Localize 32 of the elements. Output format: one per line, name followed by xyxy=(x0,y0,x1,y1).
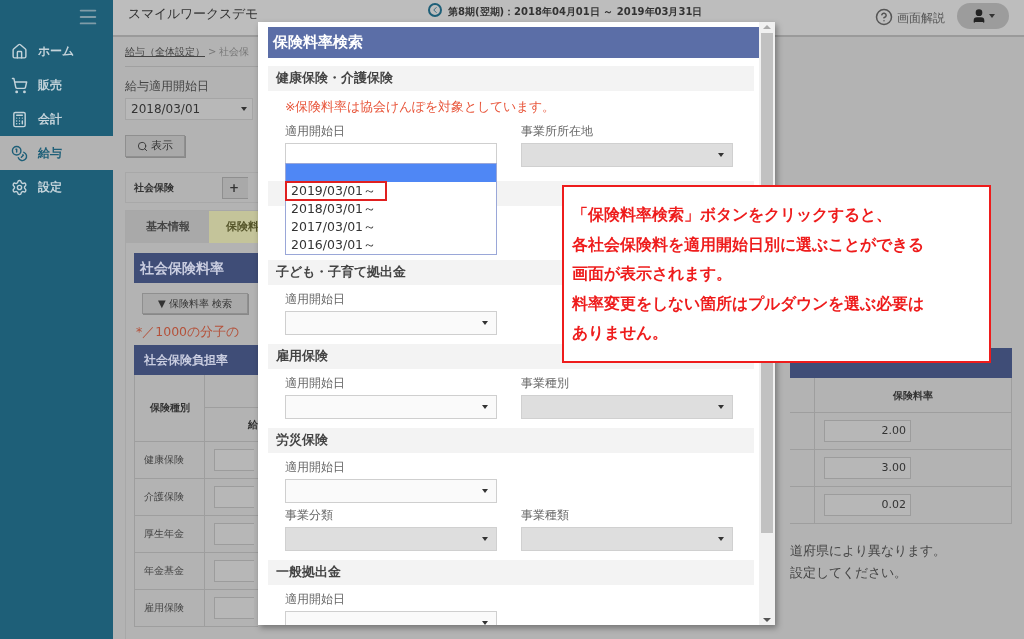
table-title-bar: 社会保険負担率 xyxy=(134,344,258,375)
field-label: 事業所所在地 xyxy=(521,122,594,140)
table-header-cell: 保険種別 xyxy=(135,374,205,442)
field-label: 事業種別 xyxy=(521,374,570,392)
table-cell: 厚生年金 xyxy=(135,515,205,552)
section-title-bar: 社会保険料率 xyxy=(134,253,258,283)
table-cell: 介護保険 xyxy=(135,478,205,515)
field-label: 適用開始日 xyxy=(285,122,346,140)
fiscal-period: 第8期(翌期)：2018年04月01日 ～ 2019年03月31日 xyxy=(448,5,703,19)
field-label: 給与適用開始日 xyxy=(125,78,210,95)
section-header: 一般拠出金 xyxy=(268,559,754,585)
note-text: ※保険料率は協会けんぽを対象としています。 xyxy=(285,98,557,116)
breadcrumb-current: 社会保 xyxy=(219,45,250,59)
table-cell: 健康保険 xyxy=(135,441,205,478)
field-label: 適用開始日 xyxy=(285,590,346,608)
note-text: *／1000の分子の xyxy=(136,323,241,341)
field-label: 事業種類 xyxy=(521,506,570,524)
table-header-cell: 保険料率 xyxy=(815,378,1012,412)
breadcrumb-separator: > xyxy=(208,45,217,59)
company-name: スマイルワークスデモ xyxy=(128,5,258,23)
section-header: 労災保険 xyxy=(268,427,754,453)
field-label: 事業分類 xyxy=(285,506,334,524)
note-text: 道府県により異なります。 xyxy=(790,542,947,560)
section-header: 健康保険・介護保険 xyxy=(268,66,754,91)
field-label: 適用開始日 xyxy=(285,290,346,308)
table-cell: 雇用保険 xyxy=(135,589,205,626)
panel-title: 社会保険 xyxy=(134,181,174,195)
table-cell: 年金基金 xyxy=(135,552,205,589)
field-label: 適用開始日 xyxy=(285,458,346,476)
note-text: 設定してください。 xyxy=(790,563,908,582)
dialog-title-bar: 保険料率検索 xyxy=(268,27,759,58)
field-label: 適用開始日 xyxy=(285,374,346,392)
